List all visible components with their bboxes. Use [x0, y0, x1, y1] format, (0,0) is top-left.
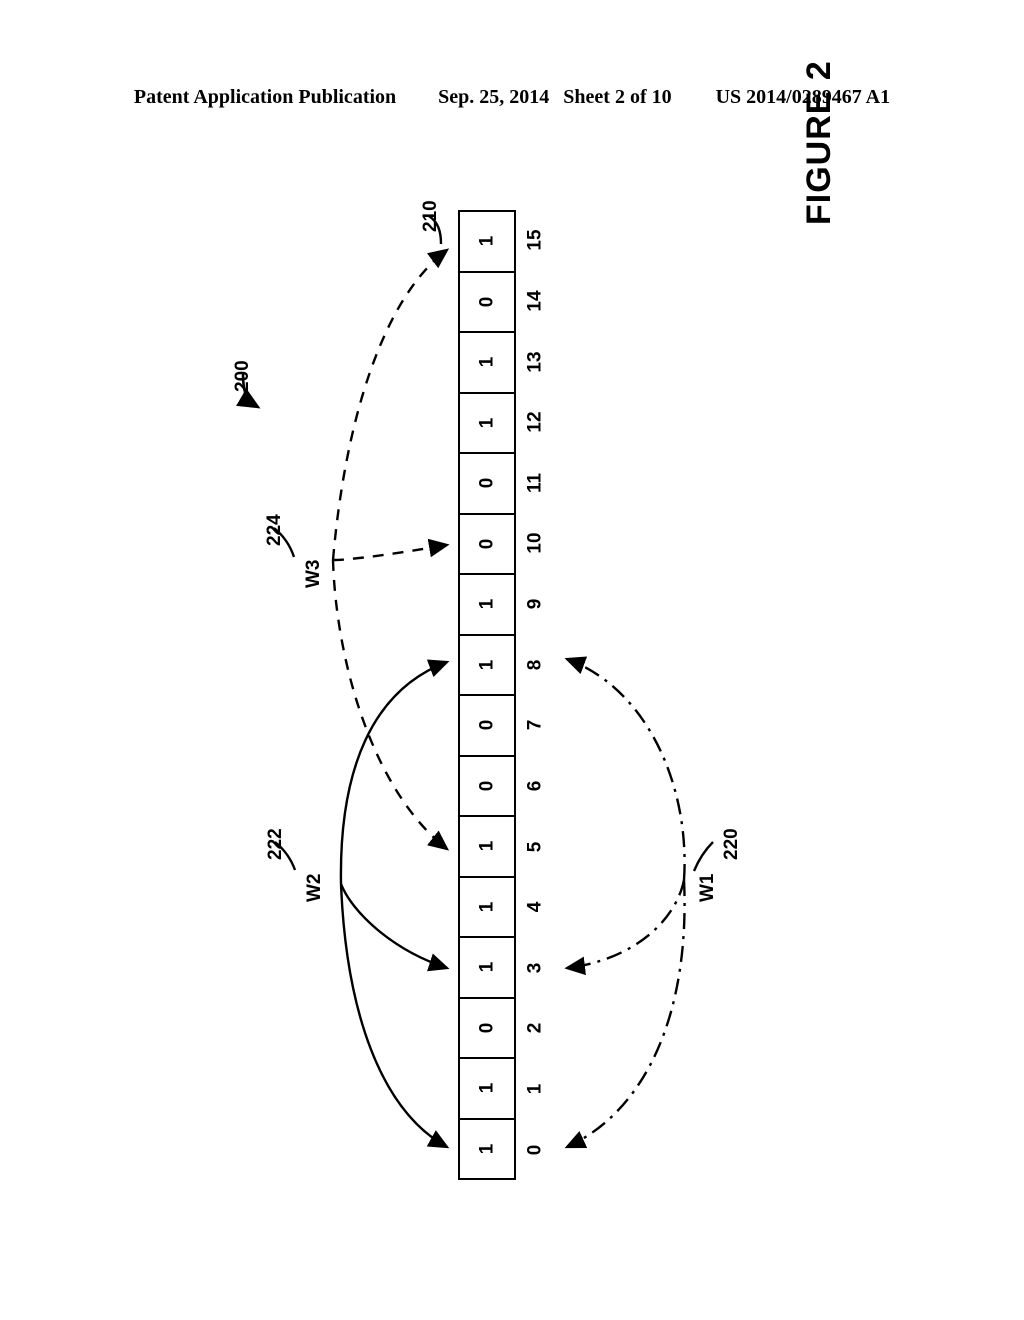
bit-value: 0: [476, 719, 498, 731]
bit-value: 0: [476, 538, 498, 550]
hash-label-w2: W2: [304, 873, 325, 903]
bit-cell[interactable]: 1: [460, 333, 514, 394]
bit-cell[interactable]: 0: [460, 273, 514, 333]
bit-value: 0: [476, 780, 498, 792]
hash-function-w3-arrows: [331, 248, 450, 851]
hash-label-w3: W3: [303, 559, 324, 589]
bit-cell[interactable]: 1: [460, 212, 514, 273]
index-label: 13: [518, 331, 552, 392]
hash-function-w2-arrows: [339, 659, 450, 1149]
hash-label-w1: W1: [697, 873, 718, 903]
index-label: 3: [518, 938, 552, 999]
index-label-text: 2: [524, 1023, 546, 1034]
index-label: 11: [518, 453, 552, 514]
bit-array-index-labels: 15 14 13 12 11 10 9 8 7 6 5 4 3 2 1 0: [518, 210, 552, 1180]
index-label-text: 0: [524, 1144, 546, 1155]
bit-value: 1: [476, 417, 498, 429]
ref-numeral-222: 222: [265, 828, 286, 860]
bit-value: 1: [476, 235, 498, 247]
bit-value: 1: [476, 901, 498, 913]
bit-value: 1: [476, 659, 498, 671]
ref-numeral-220: 220: [721, 828, 742, 860]
index-label: 14: [518, 271, 552, 332]
ref-220-leader: [692, 841, 714, 872]
index-label: 15: [518, 210, 552, 271]
ref-numeral-210: 210: [420, 200, 441, 232]
bit-value: 1: [476, 1143, 498, 1155]
index-label-text: 11: [524, 472, 546, 493]
bit-cell[interactable]: 1: [460, 1120, 514, 1179]
bit-array: 1 0 1 1 0 0 1 1 0 0 1 1 1 0 1 1: [458, 210, 516, 1180]
index-label-text: 4: [524, 901, 546, 913]
index-label-text: 12: [524, 411, 546, 433]
figure-2-drawing: 200 210 224 222 220 W3 W2 W1 1 0 1 1 0 0…: [0, 0, 1024, 1320]
index-label: 9: [518, 574, 552, 635]
index-label: 8: [518, 634, 552, 695]
index-label-text: 1: [524, 1083, 546, 1095]
index-label: 4: [518, 877, 552, 938]
index-label-text: 15: [524, 229, 546, 251]
index-label: 6: [518, 756, 552, 817]
bit-value: 1: [476, 598, 498, 610]
index-label: 0: [518, 1119, 552, 1180]
index-label: 12: [518, 392, 552, 453]
bit-cell[interactable]: 1: [460, 575, 514, 636]
index-label-text: 9: [524, 598, 546, 610]
figure-caption: FIGURE 2: [800, 60, 838, 225]
bit-value: 0: [476, 1022, 498, 1034]
index-label-text: 5: [524, 841, 546, 852]
bit-cell[interactable]: 0: [460, 454, 514, 515]
bit-value: 0: [476, 477, 498, 489]
index-label-text: 8: [524, 659, 546, 670]
bit-cell[interactable]: 0: [460, 999, 514, 1059]
index-label: 7: [518, 695, 552, 756]
bit-cell[interactable]: 1: [460, 1059, 514, 1120]
hash-function-w1-arrows: [564, 656, 686, 1149]
ref-numeral-224: 224: [264, 514, 285, 546]
bit-value: 0: [476, 296, 498, 308]
ref-numeral-200: 200: [232, 360, 253, 392]
bit-cell[interactable]: 1: [460, 878, 514, 938]
index-label-text: 3: [524, 962, 546, 974]
index-label-text: 6: [524, 780, 546, 792]
bit-value: 1: [476, 1082, 498, 1094]
index-label-text: 14: [524, 290, 546, 312]
index-label: 10: [518, 513, 552, 574]
bit-cell[interactable]: 0: [460, 696, 514, 757]
bit-value: 1: [476, 356, 498, 368]
index-label: 5: [518, 816, 552, 877]
index-label-text: 7: [524, 720, 546, 731]
bit-value: 1: [476, 961, 498, 973]
bit-value: 1: [476, 840, 498, 852]
bit-cell[interactable]: 1: [460, 817, 514, 878]
bit-cell[interactable]: 1: [460, 636, 514, 696]
bit-cell[interactable]: 0: [460, 757, 514, 817]
index-label-text: 10: [524, 532, 546, 555]
bit-cell[interactable]: 1: [460, 938, 514, 999]
bit-cell[interactable]: 0: [460, 515, 514, 575]
index-label: 1: [518, 1059, 552, 1120]
index-label-text: 13: [524, 350, 546, 373]
bit-cell[interactable]: 1: [460, 394, 514, 454]
index-label: 2: [518, 998, 552, 1059]
